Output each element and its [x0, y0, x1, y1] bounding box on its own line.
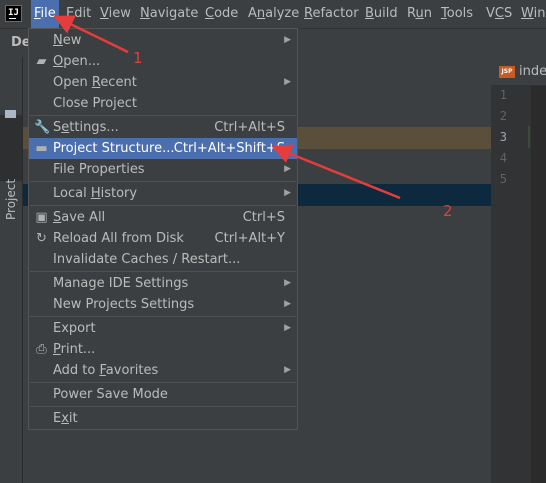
annotation-label-1: 1 [133, 49, 143, 67]
annotation-arrow-2 [271, 144, 401, 200]
annotation-overlay [53, 15, 401, 200]
annotation-label-2: 2 [443, 202, 453, 220]
annotation-arrow-1 [53, 15, 129, 54]
